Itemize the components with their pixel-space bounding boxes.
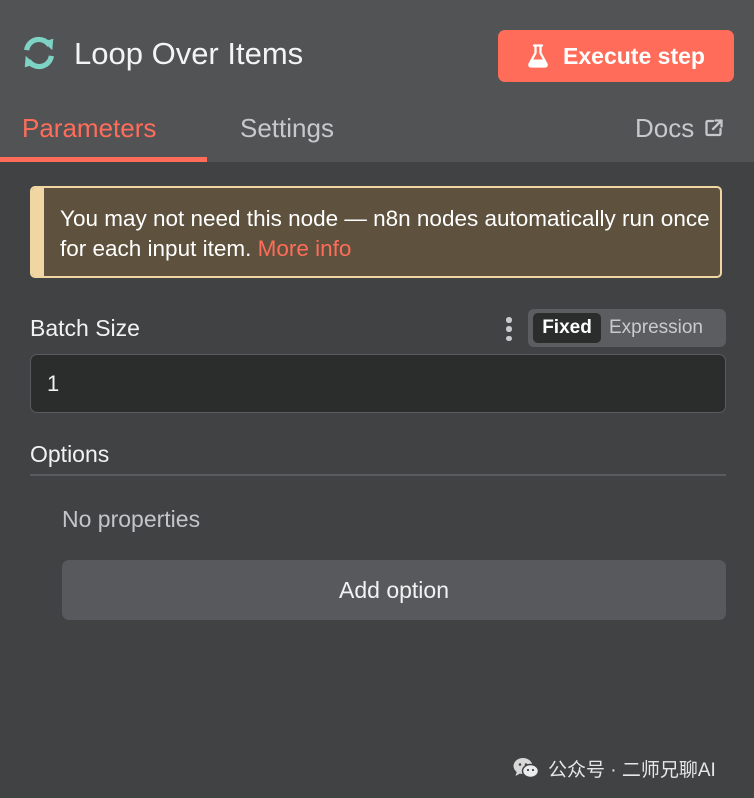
notice-callout: You may not need this node — n8n nodes a… [30,186,722,278]
flask-icon [528,44,548,68]
docs-label: Docs [635,113,695,143]
node-header: Loop Over Items Execute step Parameters … [0,0,754,162]
watermark-text: 公众号 · 二师兄聊AI [548,759,716,781]
watermark: 公众号 · 二师兄聊AI [512,754,716,782]
batch-size-label: Batch Size [30,315,140,341]
notice-text: You may not need this node — n8n nodes a… [60,204,710,264]
docs-link[interactable]: Docs [635,110,724,146]
add-option-button[interactable]: Add option [62,560,726,620]
no-properties-text: No properties [62,506,201,532]
options-divider [30,474,726,476]
tab-settings[interactable]: Settings [240,110,334,146]
parameter-options-menu-icon[interactable] [503,317,515,341]
more-info-link[interactable]: More info [258,236,352,261]
options-label: Options [30,441,110,467]
notice-accent-bar [32,188,44,276]
fixed-expression-toggle: Fixed Expression [528,309,726,347]
batch-size-input[interactable]: 1 [30,354,726,413]
notice-message: You may not need this node — n8n nodes a… [60,206,710,261]
mode-fixed-option[interactable]: Fixed [533,313,601,343]
node-title: Loop Over Items [74,36,304,71]
wechat-icon [513,758,540,779]
execute-step-label: Execute step [563,42,705,69]
active-tab-indicator [0,157,207,162]
tab-parameters[interactable]: Parameters [22,110,156,146]
mode-expression-option[interactable]: Expression [609,313,703,343]
execute-step-button[interactable]: Execute step [498,30,734,82]
external-link-icon [705,119,723,137]
loop-refresh-icon [24,36,54,70]
